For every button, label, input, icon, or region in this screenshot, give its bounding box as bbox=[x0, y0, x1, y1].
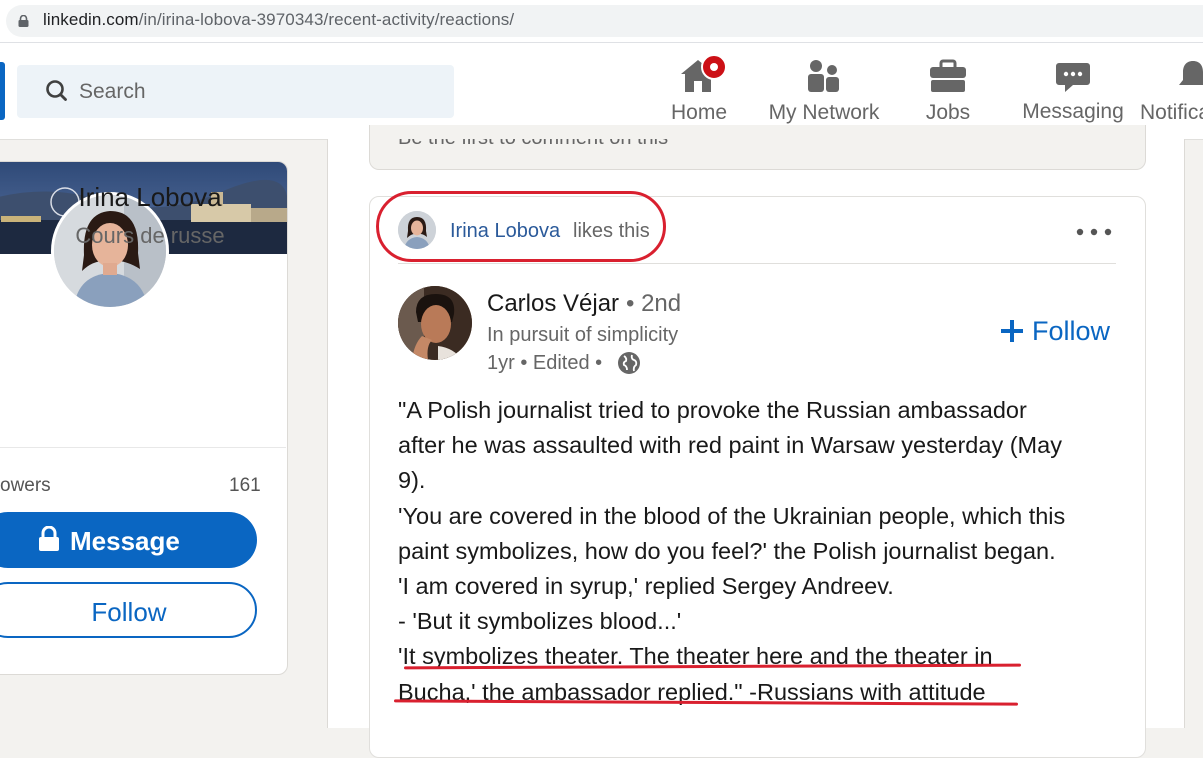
post-header-divider bbox=[398, 263, 1116, 264]
nav-my-network[interactable]: My Network bbox=[764, 55, 884, 135]
post-line: "A Polish journalist tried to provoke th… bbox=[398, 397, 1027, 423]
post-line: 'I am covered in syrup,' replied Sergey … bbox=[398, 573, 894, 600]
briefcase-icon bbox=[930, 59, 966, 92]
author-headline: In pursuit of simplicity bbox=[487, 324, 679, 346]
followers-count: 161 bbox=[229, 475, 261, 496]
follow-author-label: Follow bbox=[1032, 316, 1111, 346]
nav-notifications[interactable]: Notifica bbox=[1140, 55, 1203, 135]
message-button[interactable]: Message bbox=[0, 512, 257, 568]
previous-post-card bbox=[369, 125, 1146, 170]
nav-jobs[interactable]: Jobs bbox=[918, 55, 978, 135]
globe-icon bbox=[618, 352, 640, 374]
profile-follow-label: Follow bbox=[91, 597, 167, 627]
lock-icon bbox=[18, 15, 29, 27]
lock-icon bbox=[39, 526, 59, 551]
author-name[interactable]: Carlos Véjar bbox=[487, 290, 619, 318]
nav-notifications-label: Notifica bbox=[1140, 101, 1203, 124]
post-line: - 'But it symbolizes blood...' bbox=[398, 608, 682, 635]
nav-messaging[interactable]: Messaging bbox=[1021, 55, 1125, 135]
followers-label: owers bbox=[0, 475, 51, 496]
profile-divider bbox=[0, 447, 286, 448]
post-text: "A Polish journalist tried to provoke th… bbox=[398, 393, 1118, 710]
url-path: /in/irina-lobova-3970343/recent-activity… bbox=[138, 10, 515, 29]
search-input[interactable] bbox=[79, 72, 439, 112]
profile-headline: Cours de russe bbox=[75, 223, 225, 248]
more-options-icon[interactable] bbox=[1074, 222, 1114, 242]
nav-messaging-label: Messaging bbox=[1022, 100, 1124, 123]
annotation-circle bbox=[376, 191, 666, 262]
profile-follow-button[interactable]: Follow bbox=[0, 582, 257, 638]
post-line: 'It symbolizes theater. The theater here… bbox=[398, 643, 993, 670]
search-icon bbox=[46, 80, 67, 101]
message-button-label: Message bbox=[70, 526, 180, 556]
author-photo bbox=[398, 286, 472, 360]
plus-icon bbox=[1001, 320, 1023, 342]
notification-badge bbox=[701, 54, 727, 80]
previous-post-text: Be the first to comment on this bbox=[398, 139, 668, 147]
author-avatar[interactable] bbox=[398, 286, 472, 360]
nav-my-network-label: My Network bbox=[768, 101, 880, 124]
profile-name[interactable]: Irina Lobova bbox=[0, 182, 280, 213]
url-text[interactable]: linkedin.com/in/irina-lobova-3970343/rec… bbox=[43, 10, 514, 30]
post-line: 9). bbox=[398, 467, 426, 494]
nav-jobs-label: Jobs bbox=[925, 101, 971, 124]
previous-post-clip: Be the first to comment on this bbox=[369, 139, 1144, 147]
chat-icon bbox=[1056, 63, 1090, 92]
post-line: 'You are covered in the blood of the Ukr… bbox=[398, 502, 1066, 529]
bell-icon bbox=[1179, 61, 1203, 85]
nav-home-label: Home bbox=[670, 101, 728, 124]
url-host: linkedin.com bbox=[43, 10, 139, 29]
post-line: after he was assaulted with red paint in… bbox=[398, 432, 1062, 459]
linkedin-logo[interactable] bbox=[0, 62, 5, 120]
post-line: paint symbolizes, how do you feel?' the … bbox=[398, 537, 1056, 564]
post-timestamp: 1yr • Edited • bbox=[487, 352, 603, 374]
connection-degree: • 2nd bbox=[626, 290, 682, 317]
people-icon bbox=[808, 60, 839, 92]
